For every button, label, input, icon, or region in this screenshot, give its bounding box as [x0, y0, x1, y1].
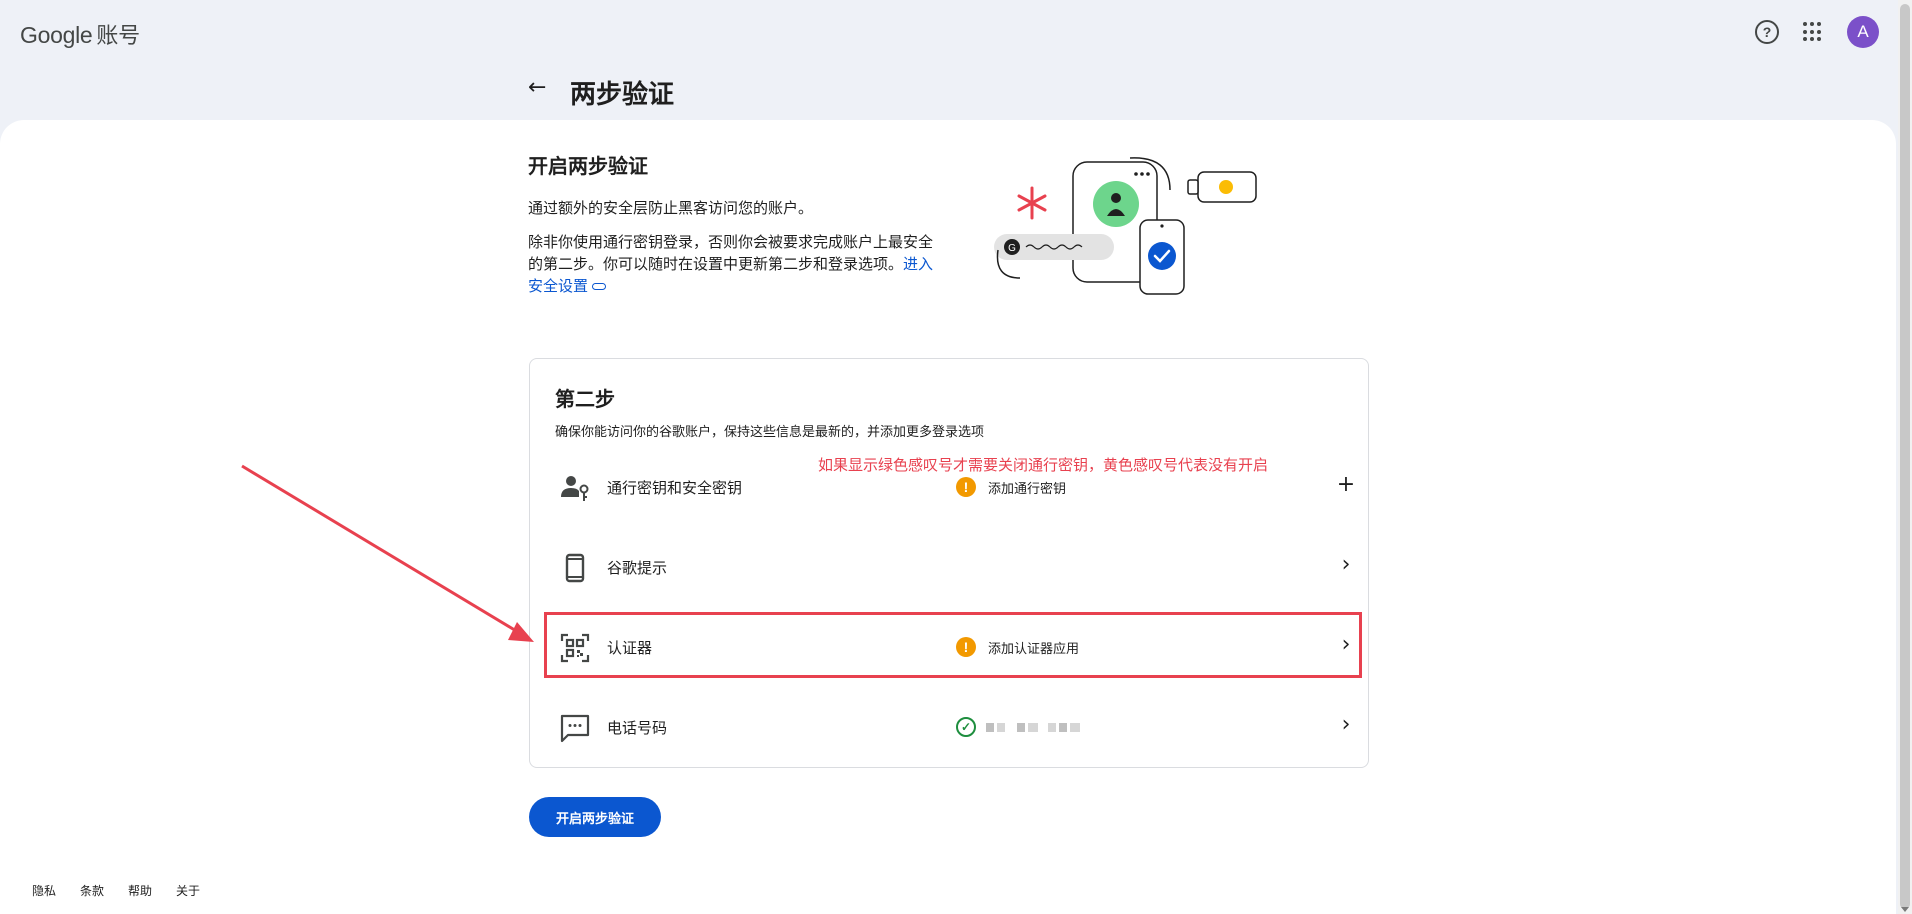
avatar[interactable]: A [1847, 16, 1879, 48]
link-icon [592, 283, 607, 290]
help-icon[interactable]: ? [1755, 20, 1779, 44]
intro-heading: 开启两步验证 [528, 154, 648, 178]
row-label: 电话号码 [607, 719, 668, 737]
person-key-icon [561, 476, 589, 501]
row-label: 谷歌提示 [607, 559, 668, 577]
intro-section: 开启两步验证 通过额外的安全层防止黑客访问您的账户。 除非你使用通行密钥登录，否… [528, 150, 938, 309]
row-status: ! 添加通行密钥 [956, 475, 1066, 499]
footer-privacy-link[interactable]: 隐私 [32, 882, 56, 899]
footer-about-link[interactable]: 关于 [176, 882, 200, 899]
profile-badge-icon [1093, 181, 1139, 227]
row-label: 通行密钥和安全密钥 [607, 479, 743, 497]
red-asterisk-icon [1017, 186, 1047, 220]
highlight-box [544, 612, 1362, 678]
two-step-illustration: G [994, 157, 1257, 295]
masked-phone-number [986, 722, 1080, 732]
status-text: 添加通行密钥 [988, 481, 1067, 497]
second-step-card: 第二步 确保你能访问你的谷歌账户，保持这些信息是最新的，并添加更多登录选项 通行… [529, 358, 1369, 768]
scrollbar-thumb[interactable] [1900, 4, 1910, 909]
login-prompt-pill: G [994, 234, 1114, 260]
page-title: 两步验证 [570, 80, 675, 110]
footer-terms-link[interactable]: 条款 [80, 882, 104, 899]
intro-paragraph-2: 除非你使用通行密钥登录，否则你会被要求完成账户上最安全的第二步。你可以随时在设置… [528, 231, 938, 297]
footer-help-link[interactable]: 帮助 [128, 882, 152, 899]
enable-two-step-button[interactable]: 开启两步验证 [529, 797, 661, 837]
check-circle-icon: ✓ [956, 717, 976, 737]
row-phone-number[interactable]: 电话号码 ✓ › [544, 691, 1356, 763]
phone-check-icon [1139, 219, 1185, 295]
scroll-down-icon[interactable] [1901, 907, 1909, 912]
intro-paragraph-1: 通过额外的安全层防止黑客访问您的账户。 [528, 199, 814, 217]
top-bar: Google 账号 ? A [0, 0, 1912, 64]
chevron-right-icon[interactable]: › [1334, 713, 1358, 737]
card-title: 第二步 [555, 387, 615, 411]
google-account-logo[interactable]: Google 账号 [20, 18, 140, 50]
message-icon [560, 714, 590, 743]
svg-text:G: G [1008, 243, 1016, 254]
back-arrow-icon[interactable]: ← [528, 76, 552, 100]
vertical-scrollbar[interactable] [1898, 0, 1912, 914]
phone-icon [565, 553, 585, 583]
warning-icon: ! [956, 477, 976, 497]
footer: 隐私 条款 帮助 关于 [32, 882, 200, 899]
annotation-note: 如果显示绿色感叹号才需要关闭通行密钥，黄色感叹号代表没有开启 [818, 456, 1269, 474]
chevron-right-icon[interactable]: › [1334, 553, 1358, 577]
row-google-prompt[interactable]: 谷歌提示 › [544, 531, 1356, 603]
row-status: ✓ [956, 715, 1080, 739]
apps-grid-icon[interactable] [1803, 22, 1823, 42]
logo-product: 账号 [96, 23, 140, 48]
security-key-icon [1187, 171, 1257, 203]
plus-icon[interactable]: + [1334, 473, 1358, 497]
intro-paragraph-2-text: 除非你使用通行密钥登录，否则你会被要求完成账户上最安全的第二步。你可以随时在设置… [528, 233, 934, 273]
card-subtitle: 确保你能访问你的谷歌账户，保持这些信息是最新的，并添加更多登录选项 [555, 425, 985, 440]
logo-brand: Google [20, 22, 93, 48]
